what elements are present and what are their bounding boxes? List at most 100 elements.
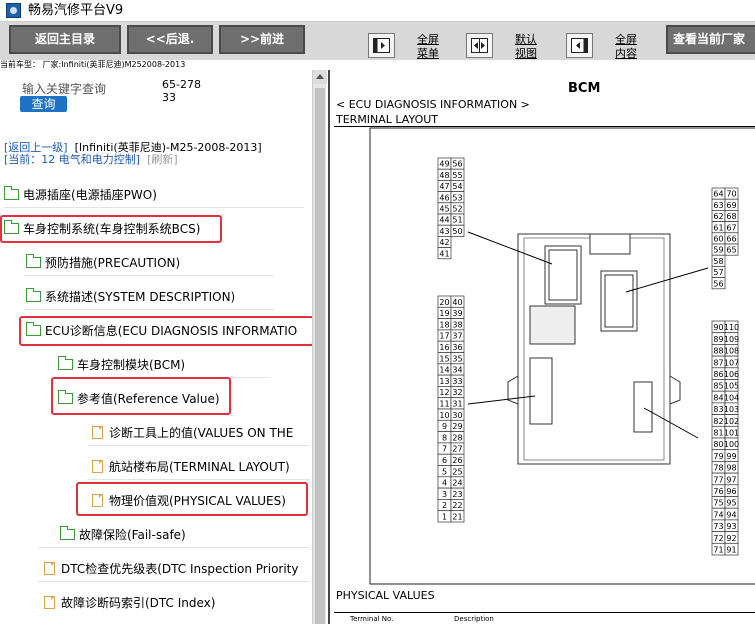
table-header-terminal: Terminal No. [350, 615, 394, 623]
default-view-label[interactable]: 默认视图 [513, 33, 539, 61]
terminal-number: 72 [713, 534, 723, 543]
tree-item[interactable]: 预防措施(PRECAUTION) [26, 253, 180, 273]
terminal-number: 32 [452, 388, 462, 397]
search-button[interactable]: 查询 [20, 96, 67, 112]
scroll-thumb[interactable] [315, 88, 325, 624]
forward-button[interactable]: >>前进 [219, 25, 305, 54]
terminal-number: 2 [442, 501, 447, 510]
terminal-number: 96 [726, 487, 736, 496]
connector-4: 90 11089 10988 10887 10786 10685 10584 10483 103… [711, 320, 739, 556]
back-button[interactable]: <<后退. [127, 25, 213, 54]
title-bar: 畅易汽修平台V9 [0, 0, 755, 22]
tree-item[interactable]: 车身控制模块(BCM) [58, 355, 185, 375]
terminal-number: 31 [452, 400, 462, 409]
folder-icon [58, 356, 73, 370]
default-view-icon [471, 38, 488, 53]
terminal-number: 87 [713, 358, 723, 367]
terminal-number: 75 [713, 499, 723, 508]
terminal-number: 16 [439, 343, 449, 352]
highlight-box [76, 482, 308, 516]
terminal-number: 55 [452, 171, 462, 180]
scroll-up-arrow-icon[interactable] [313, 70, 327, 84]
tree-item-label: 电源插座(电源插座PWO) [23, 188, 157, 202]
terminal-number: 83 [713, 405, 723, 414]
terminal-number: 13 [439, 377, 449, 386]
highlight-box [0, 215, 222, 243]
terminal-number: 50 [452, 227, 462, 236]
tree-item[interactable]: 故障保险(Fail-safe) [60, 525, 186, 545]
terminal-number: 78 [713, 464, 723, 473]
view-current-maker-button[interactable]: 查看当前厂家 [666, 25, 755, 54]
terminal-number: 20 [439, 298, 449, 307]
connector-3: 20 4019 3918 3817 3716 3615 3514 3413 3312 3211 31… [437, 295, 465, 523]
terminal-number: 11 [439, 400, 449, 409]
document-section: < ECU DIAGNOSIS INFORMATION > [336, 98, 530, 111]
terminal-number: 1 [442, 513, 447, 522]
terminal-number: 49 [439, 160, 449, 169]
terminal-number: 47 [439, 182, 449, 191]
terminal-layout-diagram: 49 5648 5547 5446 5345 5244 5143 504241 64 7063 6… [369, 127, 755, 585]
terminal-number: 7 [442, 445, 447, 454]
terminal-number: 42 [439, 238, 449, 247]
terminal-number: 90 [713, 323, 723, 332]
document-subheading: TERMINAL LAYOUT [336, 113, 439, 126]
tree-item[interactable]: 系统描述(SYSTEM DESCRIPTION) [26, 287, 235, 307]
terminal-number: 77 [713, 475, 723, 484]
terminal-number: 25 [452, 467, 462, 476]
document-heading: BCM [568, 81, 601, 96]
refresh-link[interactable]: [刷新] [147, 153, 178, 166]
terminal-number: 79 [713, 452, 723, 461]
divider [88, 445, 310, 446]
fullscreen-menu-button[interactable] [368, 33, 395, 58]
breadcrumb: [返回上一级] [Infiniti(英菲尼迪)-M25-2008-2013] [… [4, 142, 264, 166]
terminal-number: 105 [724, 382, 739, 391]
terminal-number: 48 [439, 171, 449, 180]
terminal-number: 30 [452, 411, 462, 420]
terminal-number: 36 [452, 343, 462, 352]
terminal-number: 81 [713, 429, 723, 438]
terminal-number: 76 [713, 487, 723, 496]
tree-item[interactable]: 航站楼布局(TERMINAL LAYOUT) [92, 457, 290, 477]
terminal-number: 103 [724, 405, 739, 414]
terminal-number: 82 [713, 417, 723, 426]
terminal-number: 57 [713, 268, 723, 277]
terminal-number: 97 [726, 475, 736, 484]
tree-item[interactable]: 电源插座(电源插座PWO) [4, 185, 157, 205]
terminal-number: 35 [452, 354, 462, 363]
terminal-number: 66 [726, 235, 736, 244]
vertical-scrollbar[interactable] [312, 70, 327, 624]
terminal-number: 44 [439, 216, 449, 225]
fullscreen-content-label[interactable]: 全屏内容 [613, 33, 639, 61]
terminal-number: 46 [439, 193, 449, 202]
terminal-number: 93 [726, 522, 736, 531]
terminal-number: 19 [439, 309, 449, 318]
search-label[interactable]: 输入关键字查询 [22, 80, 106, 97]
tree-item[interactable]: DTC检查优先级表(DTC Inspection Priority [44, 559, 310, 579]
fullscreen-menu-label[interactable]: 全屏菜单 [415, 33, 441, 61]
fullscreen-content-button[interactable] [566, 33, 593, 58]
default-view-button[interactable] [466, 33, 493, 58]
terminal-number: 59 [713, 246, 723, 255]
terminal-number: 61 [713, 223, 723, 232]
terminal-number: 5 [442, 467, 447, 476]
home-button[interactable]: 返回主目录 [9, 25, 121, 54]
terminal-number: 40 [452, 298, 462, 307]
window-title: 畅易汽修平台V9 [28, 3, 124, 18]
tree-item-label: 航站楼布局(TERMINAL LAYOUT) [109, 460, 290, 474]
tree-item-label: 故障保险(Fail-safe) [79, 528, 186, 542]
terminal-number: 70 [726, 190, 736, 199]
terminal-number: 54 [452, 182, 462, 191]
terminal-number: 4 [442, 479, 447, 488]
terminal-number: 84 [713, 393, 723, 402]
tree-item[interactable]: 诊断工具上的值(VALUES ON THE [92, 423, 310, 443]
terminal-number: 21 [452, 513, 462, 522]
terminal-number: 69 [726, 201, 736, 210]
terminal-number: 14 [439, 366, 449, 375]
terminal-number: 86 [713, 370, 723, 379]
terminal-number: 29 [452, 422, 462, 431]
tree-item-label: 故障诊断码索引(DTC Index) [61, 596, 216, 610]
terminal-number: 108 [724, 347, 739, 356]
terminal-number: 43 [439, 227, 449, 236]
terminal-number: 67 [726, 223, 736, 232]
tree-item[interactable]: 故障诊断码索引(DTC Index) [44, 593, 215, 613]
